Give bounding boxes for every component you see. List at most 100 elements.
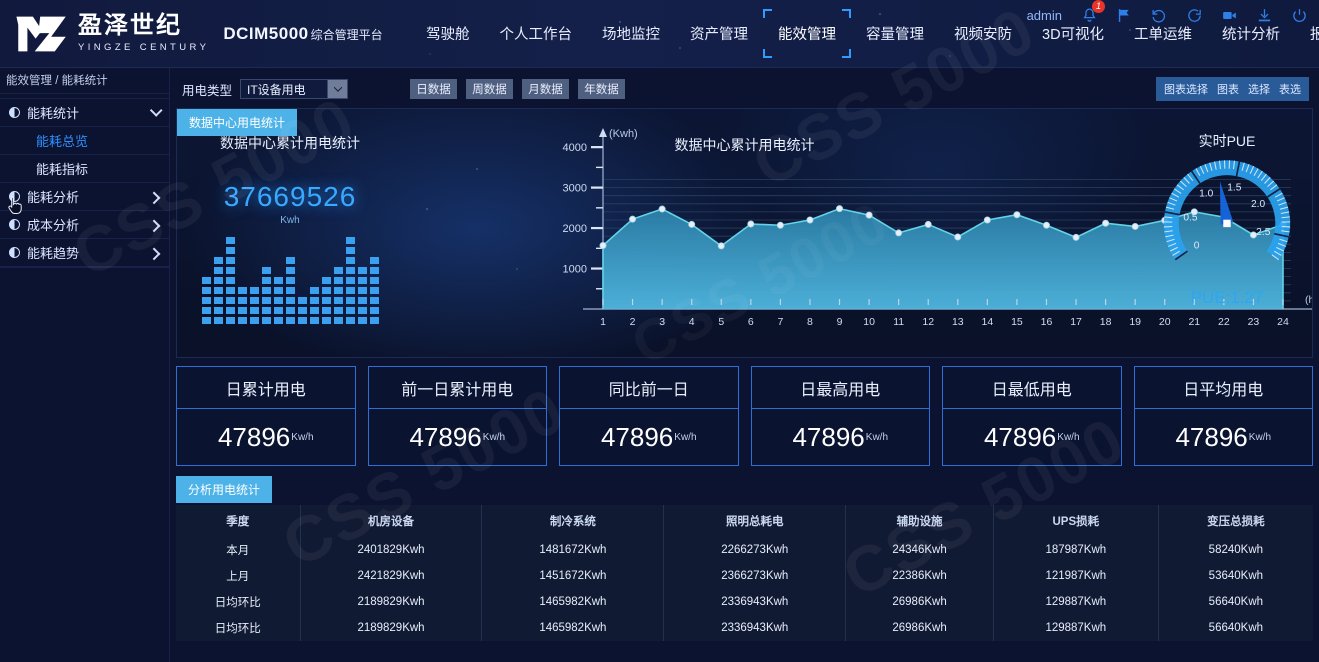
chart-select-option-0[interactable]: 图表选择: [1164, 81, 1208, 97]
kpi-card-value: 47896: [218, 422, 290, 453]
equalizer-bar: [346, 237, 355, 324]
chart-select-option-1[interactable]: 图表: [1217, 81, 1239, 97]
sidebar-subitem-label: 能耗总览: [36, 131, 88, 150]
table-column-header-6: 变压总损耗: [1158, 505, 1313, 537]
kpi-card-4: 日最低用电47896Kw/h: [942, 366, 1122, 466]
table-column-header-4: 辅助设施: [846, 505, 994, 537]
sidebar-item-0[interactable]: 能耗统计: [0, 99, 169, 127]
table-tab-analysis[interactable]: 分析用电统计: [176, 476, 272, 503]
header-actions: admin 1: [1027, 5, 1309, 25]
half-circle-icon: [9, 219, 20, 230]
kpi-card-value: 47896: [1175, 422, 1247, 453]
flag-icon[interactable]: [1114, 5, 1134, 25]
equalizer-bar: [370, 257, 379, 324]
table-cell: 187987Kwh: [993, 537, 1158, 563]
equalizer-bar: [322, 277, 331, 324]
kpi-cards: 日累计用电47896Kw/h前一日累计用电47896Kw/h同比前一日47896…: [176, 366, 1313, 466]
svg-text:11: 11: [893, 316, 904, 328]
product-name: DCIM5000: [223, 24, 308, 44]
svg-text:23: 23: [1248, 316, 1260, 328]
nav-item-6[interactable]: 视频安防: [940, 16, 1026, 51]
sidebar-subitem-1[interactable]: 能耗指标: [0, 155, 169, 183]
period-button-0[interactable]: 日数据: [410, 79, 457, 99]
sidebar-menu: 能耗统计能耗总览能耗指标能耗分析成本分析能耗趋势: [0, 98, 169, 268]
chevron-down-icon[interactable]: [327, 80, 347, 98]
sidebar-item-1[interactable]: 能耗分析: [0, 183, 169, 211]
svg-text:4: 4: [689, 316, 695, 328]
bell-icon[interactable]: 1: [1079, 5, 1099, 25]
svg-text:10: 10: [863, 316, 875, 328]
half-circle-icon: [9, 247, 20, 258]
nav-item-4[interactable]: 能效管理: [764, 16, 850, 51]
chart-select-option-2[interactable]: 选择: [1248, 81, 1270, 97]
kpi-card-body: 47896Kw/h: [943, 409, 1121, 465]
svg-text:19: 19: [1129, 316, 1141, 328]
nav-item-1[interactable]: 个人工作台: [486, 16, 587, 51]
half-circle-icon: [9, 107, 20, 118]
sidebar: 能效管理 / 能耗统计 能耗统计能耗总览能耗指标能耗分析成本分析能耗趋势: [0, 68, 170, 662]
camera-icon[interactable]: [1219, 5, 1239, 25]
table-cell: 2189829Kwh: [300, 589, 482, 615]
table-row: 日均环比2189829Kwh1465982Kwh2336943Kwh26986K…: [176, 589, 1313, 615]
svg-text:13: 13: [952, 316, 964, 328]
chevron-right-icon[interactable]: [148, 192, 161, 205]
table-cell: 53640Kwh: [1158, 563, 1313, 589]
kpi-card-body: 47896Kw/h: [560, 409, 738, 465]
user-name[interactable]: admin: [1027, 8, 1062, 23]
svg-text:16: 16: [1041, 316, 1053, 328]
table-cell: 2401829Kwh: [300, 537, 482, 563]
table-cell: 56640Kwh: [1158, 589, 1313, 615]
main-content: 用电类型 IT设备用电 日数据周数据月数据年数据 图表选择图表选择表选 数据中心…: [170, 68, 1319, 662]
svg-text:1.0: 1.0: [1199, 188, 1214, 199]
svg-text:0: 0: [1194, 240, 1200, 251]
table-cell: 1451672Kwh: [482, 563, 664, 589]
refresh-icon[interactable]: [1184, 5, 1204, 25]
table-cell: 1481672Kwh: [482, 537, 664, 563]
period-button-1[interactable]: 周数据: [466, 79, 513, 99]
kpi-card-title: 日累计用电: [177, 367, 355, 409]
svg-text:8: 8: [807, 316, 813, 328]
breadcrumb: 能效管理 / 能耗统计: [0, 68, 169, 94]
period-button-2[interactable]: 月数据: [522, 79, 569, 99]
panel-tab-datacenter[interactable]: 数据中心用电统计: [177, 109, 297, 136]
gauge-icon: 00.51.01.52.02.5: [1152, 151, 1302, 281]
chart-select-box[interactable]: 图表选择图表选择表选: [1156, 77, 1309, 101]
table-cell: 129887Kwh: [993, 589, 1158, 615]
period-button-3[interactable]: 年数据: [578, 79, 625, 99]
equalizer-bar: [250, 287, 259, 324]
sidebar-item-2[interactable]: 成本分析: [0, 211, 169, 239]
equalizer-bar: [202, 277, 211, 324]
chart-select-option-3[interactable]: 表选: [1279, 81, 1301, 97]
chart-title: 数据中心累计用电统计: [675, 135, 815, 155]
table-cell: 1465982Kwh: [482, 589, 664, 615]
nav-item-label: 3D可视化: [1042, 27, 1104, 43]
nav-item-2[interactable]: 场地监控: [588, 16, 674, 51]
product-subtitle: 综合管理平台: [311, 26, 383, 43]
product-title: DCIM5000 综合管理平台: [223, 24, 382, 44]
nav-item-5[interactable]: 容量管理: [852, 16, 938, 51]
nav-item-3[interactable]: 资产管理: [676, 16, 762, 51]
power-icon[interactable]: [1289, 5, 1309, 25]
chevron-right-icon[interactable]: [148, 248, 161, 261]
power-type-select[interactable]: IT设备用电: [240, 79, 348, 99]
sidebar-item-label: 能耗统计: [27, 103, 79, 122]
kpi-card-unit: Kw/h: [291, 432, 313, 443]
table-cell: 2421829Kwh: [300, 563, 482, 589]
kpi-card-unit: Kw/h: [674, 432, 696, 443]
table-cell: 1465982Kwh: [482, 615, 664, 641]
sidebar-subitem-0[interactable]: 能耗总览: [0, 127, 169, 155]
cumulative-unit: Kwh: [195, 215, 385, 226]
pue-gauge: 实时PUE 00.51.01.52.02.5 PUE:1.27: [1152, 131, 1302, 308]
download-icon[interactable]: [1254, 5, 1274, 25]
history-icon[interactable]: [1149, 5, 1169, 25]
nav-item-label: 能效管理: [778, 27, 836, 43]
kpi-card-value: 47896: [601, 422, 673, 453]
nav-item-0[interactable]: 驾驶舱: [412, 16, 484, 51]
chevron-down-icon[interactable]: [150, 104, 163, 117]
chevron-right-icon[interactable]: [148, 220, 161, 233]
brand-name-en: YINGZE CENTURY: [78, 42, 209, 53]
sidebar-item-label: 能耗分析: [27, 187, 79, 206]
kpi-card-value: 47896: [409, 422, 481, 453]
table-cell: 58240Kwh: [1158, 537, 1313, 563]
sidebar-item-3[interactable]: 能耗趋势: [0, 239, 169, 267]
